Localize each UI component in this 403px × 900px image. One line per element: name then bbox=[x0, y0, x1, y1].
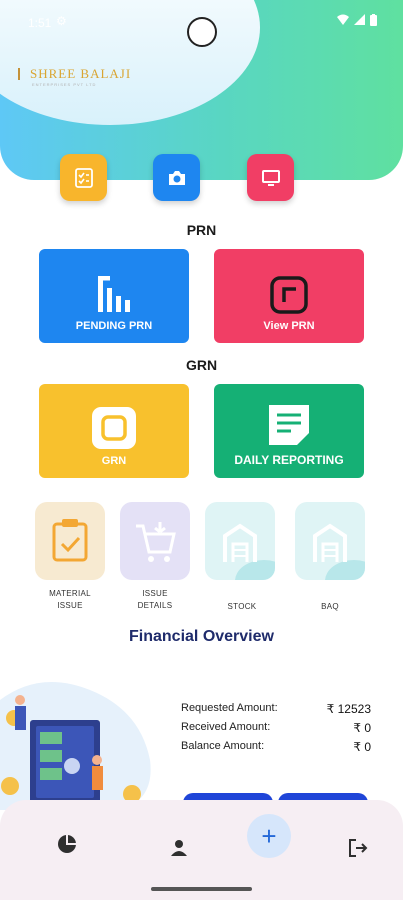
checklist-button[interactable] bbox=[60, 154, 107, 201]
user-icon bbox=[171, 840, 187, 856]
grn-card[interactable]: GRN bbox=[39, 384, 189, 478]
received-amount-label: Received Amount: bbox=[181, 721, 271, 733]
received-amount-value: ₹ 0 bbox=[353, 721, 371, 735]
warehouse-icon bbox=[313, 523, 347, 562]
camera-button[interactable] bbox=[153, 154, 200, 201]
square-box-icon bbox=[92, 407, 136, 449]
baq-label: BAQ bbox=[290, 601, 370, 613]
bar-chart-icon bbox=[98, 276, 130, 312]
baq-tile[interactable] bbox=[295, 502, 365, 580]
monitor-button[interactable] bbox=[247, 154, 294, 201]
settings-status-icon: ⚙ bbox=[56, 14, 67, 28]
requested-amount-label: Requested Amount: bbox=[181, 702, 278, 714]
tile-label-line: DETAILS bbox=[137, 601, 173, 610]
finance-illustration bbox=[0, 682, 151, 810]
logout-icon bbox=[349, 839, 368, 857]
monitor-icon bbox=[261, 169, 280, 186]
stock-label: STOCK bbox=[202, 601, 282, 613]
logo-tagline: ENTERPRISES PVT LTD bbox=[32, 82, 97, 87]
financial-overview-title: Financial Overview bbox=[129, 628, 274, 645]
issue-details-label: ISSUE DETAILS bbox=[115, 588, 195, 612]
front-camera bbox=[187, 17, 217, 47]
clipboard-check-icon bbox=[52, 519, 88, 562]
wifi-icon bbox=[337, 14, 349, 25]
logo-name: SHREE BALAJI bbox=[30, 66, 132, 81]
logo-mark bbox=[18, 68, 26, 80]
bottom-navigation: + bbox=[0, 800, 403, 900]
status-icons bbox=[337, 14, 377, 26]
prn-section-title: PRN bbox=[186, 222, 217, 238]
pie-chart-icon bbox=[58, 835, 76, 853]
checklist-icon bbox=[74, 167, 93, 188]
frame-icon bbox=[270, 276, 308, 314]
tile-label-line: ISSUE bbox=[142, 589, 168, 598]
requested-amount-row: Requested Amount: ₹ 12523 bbox=[181, 702, 371, 716]
view-prn-label: View PRN bbox=[263, 320, 315, 332]
cart-icon bbox=[136, 522, 176, 562]
stock-tile[interactable] bbox=[205, 502, 275, 580]
nav-add-fab[interactable]: + bbox=[247, 814, 291, 858]
tile-label-line: ISSUE bbox=[57, 601, 83, 610]
signal-icon bbox=[354, 14, 365, 25]
received-amount-row: Received Amount: ₹ 0 bbox=[181, 721, 371, 735]
camera-icon bbox=[168, 170, 185, 185]
pending-prn-card[interactable]: PENDING PRN bbox=[39, 249, 189, 343]
tile-label-line: BAQ bbox=[321, 602, 339, 611]
daily-reporting-label: DAILY REPORTING bbox=[234, 453, 344, 467]
add-icon: + bbox=[261, 820, 277, 851]
document-icon bbox=[269, 405, 309, 445]
status-time: 1:51 bbox=[28, 16, 52, 30]
balance-amount-row: Balance Amount: ₹ 0 bbox=[181, 740, 371, 754]
nav-profile[interactable] bbox=[157, 826, 201, 870]
daily-reporting-card[interactable]: DAILY REPORTING bbox=[214, 384, 364, 478]
grn-label: GRN bbox=[101, 455, 127, 467]
issue-details-tile[interactable] bbox=[120, 502, 190, 580]
pending-prn-label: PENDING PRN bbox=[75, 320, 153, 332]
grn-section-title: GRN bbox=[185, 357, 218, 373]
tile-label-line: STOCK bbox=[227, 602, 257, 611]
balance-amount-value: ₹ 0 bbox=[353, 740, 371, 754]
requested-amount-value: ₹ 12523 bbox=[326, 702, 371, 716]
company-logo: SHREE BALAJI ENTERPRISES PVT LTD bbox=[18, 66, 132, 87]
balance-amount-label: Balance Amount: bbox=[181, 740, 265, 752]
home-indicator[interactable] bbox=[151, 887, 252, 891]
material-issue-tile[interactable] bbox=[35, 502, 105, 580]
warehouse-icon bbox=[223, 523, 257, 562]
nav-logout[interactable] bbox=[336, 826, 380, 870]
view-prn-card[interactable]: View PRN bbox=[214, 249, 364, 343]
tile-label-line: MATERIAL bbox=[49, 589, 91, 598]
material-issue-label: MATERIAL ISSUE bbox=[30, 588, 110, 612]
battery-icon bbox=[370, 14, 377, 26]
nav-dashboard[interactable] bbox=[45, 822, 89, 866]
